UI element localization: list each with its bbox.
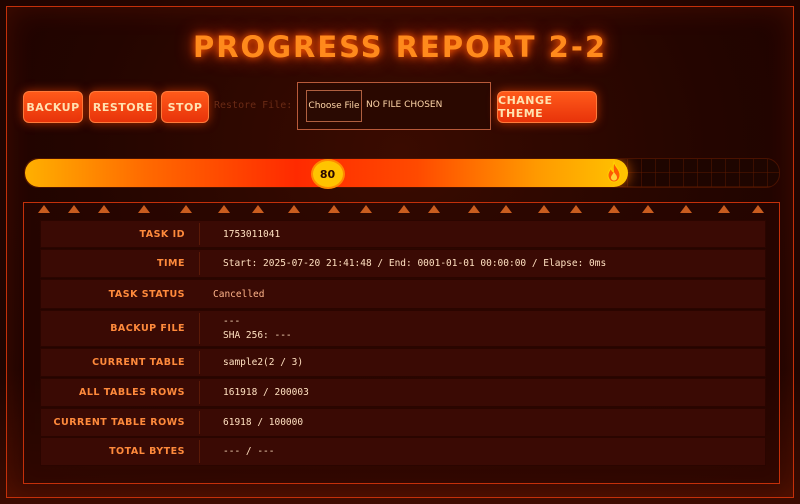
report-row-time: TIME Start: 2025-07-20 21:41:48 / End: 0… <box>40 249 766 278</box>
change-theme-button[interactable]: CHANGE THEME <box>497 91 597 123</box>
report-row-current-table: CURRENT TABLE sample2(2 / 3) <box>40 348 766 377</box>
report-row-total-bytes: TOTAL BYTES --- / --- <box>40 437 766 466</box>
current-table-rows-value: 61918 / 100000 <box>223 417 304 428</box>
no-file-chosen-text: NO FILE CHOSEN <box>366 100 443 110</box>
row-divider <box>199 381 200 404</box>
current-table-rows-label: CURRENT TABLE ROWS <box>53 417 185 428</box>
time-value: Start: 2025-07-20 21:41:48 / End: 0001-0… <box>223 258 607 269</box>
time-label: TIME <box>157 258 185 269</box>
decorative-flame-trim <box>38 205 764 213</box>
stop-button[interactable]: STOP <box>161 91 209 123</box>
report-row-backup-file: BACKUP FILE --- SHA 256: --- <box>40 310 766 347</box>
file-input[interactable]: Choose File NO FILE CHOSEN <box>297 82 491 130</box>
backup-file-value: --- SHA 256: --- <box>223 311 757 346</box>
row-divider <box>199 313 200 344</box>
total-bytes-label: TOTAL BYTES <box>109 446 185 457</box>
row-divider <box>199 223 200 245</box>
progress-bar <box>24 158 780 188</box>
task-status-label: TASK STATUS <box>108 288 185 300</box>
backup-file-sha: SHA 256: --- <box>223 330 292 341</box>
total-bytes-value: --- / --- <box>223 446 275 457</box>
restore-file-label: Restore File: <box>214 100 293 111</box>
choose-file-button[interactable]: Choose File <box>306 90 362 122</box>
backup-button[interactable]: BACKUP <box>23 91 83 123</box>
task-id-label: TASK ID <box>139 228 185 240</box>
row-divider <box>199 351 200 374</box>
task-id-value: 1753011041 <box>223 228 281 240</box>
report-row-all-tables-rows: ALL TABLES ROWS 161918 / 200003 <box>40 378 766 407</box>
task-status-value: Cancelled <box>213 288 265 300</box>
all-tables-rows-label: ALL TABLES ROWS <box>78 387 185 398</box>
restore-button[interactable]: RESTORE <box>89 91 157 123</box>
report-row-task-id: TASK ID 1753011041 <box>40 220 766 248</box>
all-tables-rows-value: 161918 / 200003 <box>223 387 309 398</box>
current-table-label: CURRENT TABLE <box>92 357 185 368</box>
backup-file-name: --- <box>223 316 241 327</box>
report-row-current-table-rows: CURRENT TABLE ROWS 61918 / 100000 <box>40 408 766 437</box>
flame-icon <box>603 160 625 184</box>
row-divider <box>199 440 200 463</box>
report-row-task-status: TASK STATUS Cancelled <box>40 279 766 309</box>
current-table-value: sample2(2 / 3) <box>223 357 304 368</box>
row-divider <box>199 411 200 434</box>
row-divider <box>199 252 200 275</box>
progress-value-badge: 80 <box>310 159 345 189</box>
page-title: PROGRESS REPORT 2-2 <box>192 30 608 64</box>
backup-file-label: BACKUP FILE <box>110 323 185 334</box>
